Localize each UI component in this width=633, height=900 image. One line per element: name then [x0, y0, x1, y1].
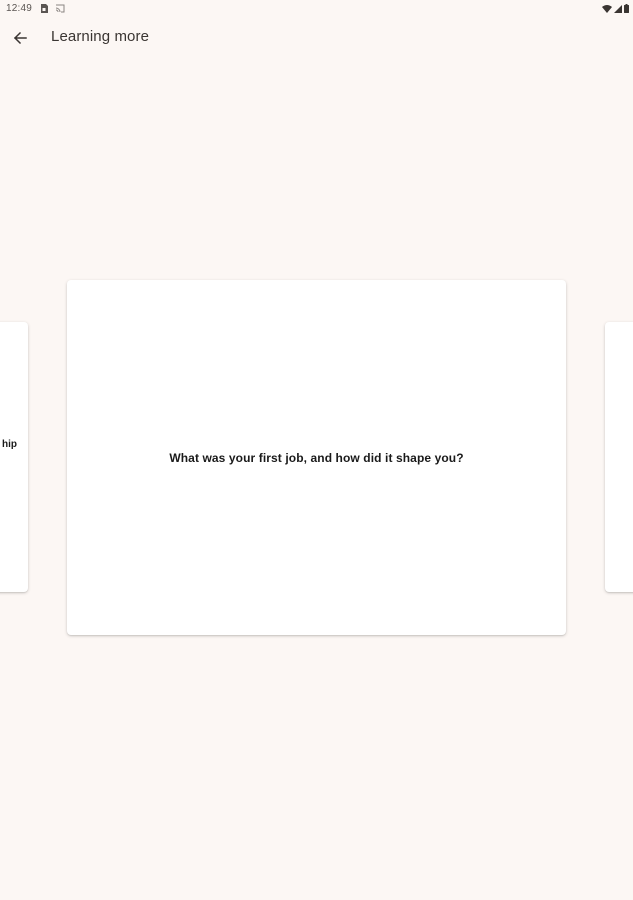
app-bar: Learning more [0, 18, 633, 58]
current-question-card[interactable]: What was your first job, and how did it … [67, 280, 566, 635]
previous-question-card[interactable]: hip [0, 322, 28, 592]
question-text: What was your first job, and how did it … [169, 450, 464, 465]
status-bar: 12:49 [0, 0, 633, 18]
status-time: 12:49 [6, 3, 33, 14]
cast-icon [55, 4, 65, 13]
wifi-icon [602, 5, 612, 13]
arrow-back-icon [13, 31, 27, 45]
battery-icon [624, 4, 629, 13]
page-title: Learning more [51, 28, 150, 45]
back-button[interactable] [6, 24, 34, 52]
signal-icon [614, 5, 622, 13]
status-right-icons [602, 3, 629, 14]
previous-card-text: hip [2, 439, 17, 450]
sim-card-icon [41, 4, 48, 13]
next-question-card[interactable] [605, 322, 633, 592]
